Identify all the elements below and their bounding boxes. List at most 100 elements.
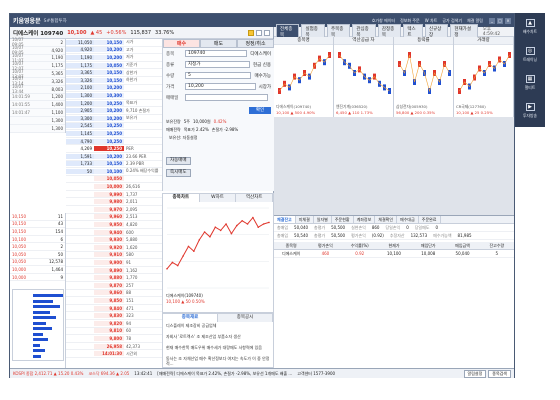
- orderbook-row[interactable]: 9,830 323: [66, 312, 162, 320]
- orderbook-price[interactable]: 9,880: [94, 275, 124, 281]
- orderbook-row[interactable]: 2,905 10,200 9,710 손절가: [66, 107, 162, 115]
- orderbook-row[interactable]: 9,910 580: [66, 252, 162, 260]
- orderbook-row[interactable]: 1,591 10,200 23.66 PER: [66, 153, 162, 161]
- holdings-column-header[interactable]: 매입단가: [411, 243, 445, 249]
- orderbook-price[interactable]: 9,810: [94, 328, 124, 334]
- orderbook-price[interactable]: 9,940: [94, 229, 124, 235]
- orderbook-price[interactable]: 9,800: [94, 335, 124, 341]
- order-row-extra[interactable]: 디에스케이: [250, 51, 271, 57]
- orderbook-price[interactable]: 10,150: [94, 70, 124, 76]
- news-item[interactable]: 자회사 '로트렉스' 조 제조산업 부품소자 생산: [163, 333, 273, 344]
- orderbook-price[interactable]: 9,980: [94, 199, 124, 205]
- orderbook-row[interactable]: 1,733 10,150 2.39 PBR: [66, 161, 162, 169]
- orderbook-row[interactable]: 9,980 2,011: [66, 198, 162, 207]
- orderbook-row[interactable]: 3,326 10,150 하한가: [66, 77, 162, 85]
- chart-tab[interactable]: W차트: [200, 194, 237, 202]
- status-button[interactable]: 알림설정: [463, 369, 487, 378]
- orderbook-price[interactable]: 9,930: [94, 237, 124, 243]
- holdings-row[interactable]: 디에스케이 460 0.92 10,100 10,008 50,040 5: [274, 250, 514, 258]
- orderbook-row[interactable]: 14:01:30 시간외: [66, 350, 162, 358]
- stock-name[interactable]: 디에스케이 109740: [13, 29, 63, 37]
- orderbook-price[interactable]: 9,850: [94, 297, 124, 303]
- orderbook-price[interactable]: 9,960: [94, 214, 124, 220]
- orderbook-price[interactable]: 10,200: [94, 54, 124, 60]
- news-item[interactable]: 디스플레이 제조장비 공급업체: [163, 322, 273, 333]
- orderbook-price[interactable]: 10,150: [94, 161, 124, 167]
- holdings-column-header[interactable]: 평가손익: [308, 243, 342, 249]
- order-tab[interactable]: 매도: [200, 39, 237, 48]
- orderbook-row[interactable]: 1,300 10,300: [66, 92, 162, 100]
- confirm-button[interactable]: 확인: [249, 107, 271, 114]
- sidebar-item[interactable]: ◎ 트레이닝: [515, 41, 545, 69]
- orderbook-price[interactable]: 10,000: [94, 184, 124, 190]
- account-tab[interactable]: 주문완료: [419, 216, 441, 223]
- orderbook-row[interactable]: 9,930 5,880: [66, 236, 162, 245]
- instant-sell-button[interactable]: 즉시매도: [166, 169, 191, 177]
- orderbook-row[interactable]: 9,900 91: [66, 259, 162, 267]
- orderbook-row[interactable]: 50 10,100 0.24% 배당수익률: [66, 168, 162, 176]
- orderbook-price[interactable]: 9,820: [94, 320, 124, 326]
- news-tab[interactable]: 종목공시: [218, 314, 273, 322]
- order-row-input[interactable]: 지정가: [185, 61, 250, 68]
- orderbook-row[interactable]: 2,545 10,250: [66, 123, 162, 131]
- orderbook-price[interactable]: 9,920: [94, 244, 124, 250]
- order-row-input[interactable]: 5: [185, 72, 252, 79]
- orderbook-price[interactable]: 10,250: [94, 146, 124, 152]
- orderbook-price[interactable]: 9,990: [94, 191, 124, 197]
- sidebar-item[interactable]: ▦ 멀티트: [515, 69, 545, 97]
- orderbook-price[interactable]: 10,250: [94, 138, 124, 144]
- account-tab[interactable]: 체결확인: [375, 216, 398, 223]
- orderbook-price[interactable]: 10,200: [94, 153, 124, 159]
- mini-chart[interactable]: 종목명 디에스케이(109740) 10,100 ▲ 500 4.90%: [274, 37, 334, 117]
- orderbook-row[interactable]: 9,860 88: [66, 290, 162, 298]
- orderbook-row[interactable]: 9,990 1,737: [66, 191, 162, 199]
- orderbook-price[interactable]: 10,150: [94, 77, 124, 83]
- minimize-icon[interactable]: _: [489, 17, 495, 24]
- menu-icon[interactable]: [264, 29, 270, 36]
- account-tab[interactable]: 일자별: [314, 216, 332, 223]
- orderbook-row[interactable]: 4,269 10,250 PER: [66, 145, 162, 153]
- chart-tab[interactable]: 역산차트: [236, 194, 274, 202]
- orderbook-price[interactable]: 10,150: [94, 39, 124, 45]
- account-tab[interactable]: 체결잔고: [274, 216, 296, 223]
- orderbook-price[interactable]: 10,050: [94, 176, 124, 182]
- orderbook-price[interactable]: 10,200: [94, 85, 124, 91]
- holdings-column-header[interactable]: 잔고수량: [480, 243, 514, 249]
- orderbook-price[interactable]: 10,250: [94, 130, 124, 136]
- news-item[interactable]: 동사는 조 자체산업 매수 확산정보다 여지는 속도가 이 중 안정적...: [163, 355, 273, 366]
- orderbook-row[interactable]: 9,820 94: [66, 320, 162, 328]
- orderbook-row[interactable]: 1,145 10,250: [66, 130, 162, 138]
- favorite-icon[interactable]: [248, 29, 254, 36]
- mini-chart[interactable]: 등락률 삼성전자(005930) 56,800 ▲ 200 0.35%: [394, 37, 454, 117]
- orderbook-row[interactable]: 4,920 10,200 고가: [66, 47, 162, 55]
- orderbook-price[interactable]: 14:01:30: [94, 351, 124, 357]
- orderbook-row[interactable]: 26,958 42,373: [66, 343, 162, 351]
- orderbook-price[interactable]: 10,200: [94, 115, 124, 121]
- orderbook-row[interactable]: 1,200 10,250 목표가: [66, 100, 162, 108]
- close-icon[interactable]: ×: [505, 17, 511, 24]
- orderbook-row[interactable]: 1,190 10,200 저가: [66, 54, 162, 62]
- holdings-column-header[interactable]: 현재가: [377, 243, 411, 249]
- order-row-extra[interactable]: 현금 신용: [253, 62, 271, 68]
- orderbook-row[interactable]: 10,000 26,616: [66, 183, 162, 191]
- orderbook-price[interactable]: 9,950: [94, 222, 124, 228]
- orderbook-row[interactable]: 9,850 151: [66, 297, 162, 305]
- orderbook-price[interactable]: 9,840: [94, 305, 124, 311]
- account-tab[interactable]: 계좌정보: [354, 216, 376, 223]
- holdings-column-header[interactable]: 수익률(%): [343, 243, 377, 249]
- orderbook-row[interactable]: 9,940 600: [66, 229, 162, 237]
- maximize-icon[interactable]: □: [497, 17, 503, 24]
- orderbook-price[interactable]: 10,300: [94, 92, 124, 98]
- sidebar-item[interactable]: ▲ 배수차트: [515, 13, 545, 41]
- orderbook-price[interactable]: 9,830: [94, 313, 124, 319]
- orderbook-row[interactable]: 9,870 257: [66, 282, 162, 290]
- account-tab[interactable]: 매수대금: [397, 216, 419, 223]
- orderbook-price[interactable]: 10,200: [94, 47, 124, 53]
- orderbook-price[interactable]: 9,970: [94, 206, 124, 212]
- orderbook-price[interactable]: 9,860: [94, 290, 124, 296]
- orderbook-price[interactable]: 9,910: [94, 252, 124, 258]
- orderbook-row[interactable]: 9,840 471: [66, 305, 162, 313]
- orderbook-row[interactable]: 9,880 1,770: [66, 274, 162, 282]
- mini-chart-header[interactable]: 등락률: [394, 37, 453, 45]
- orderbook-price[interactable]: 10,250: [94, 100, 124, 106]
